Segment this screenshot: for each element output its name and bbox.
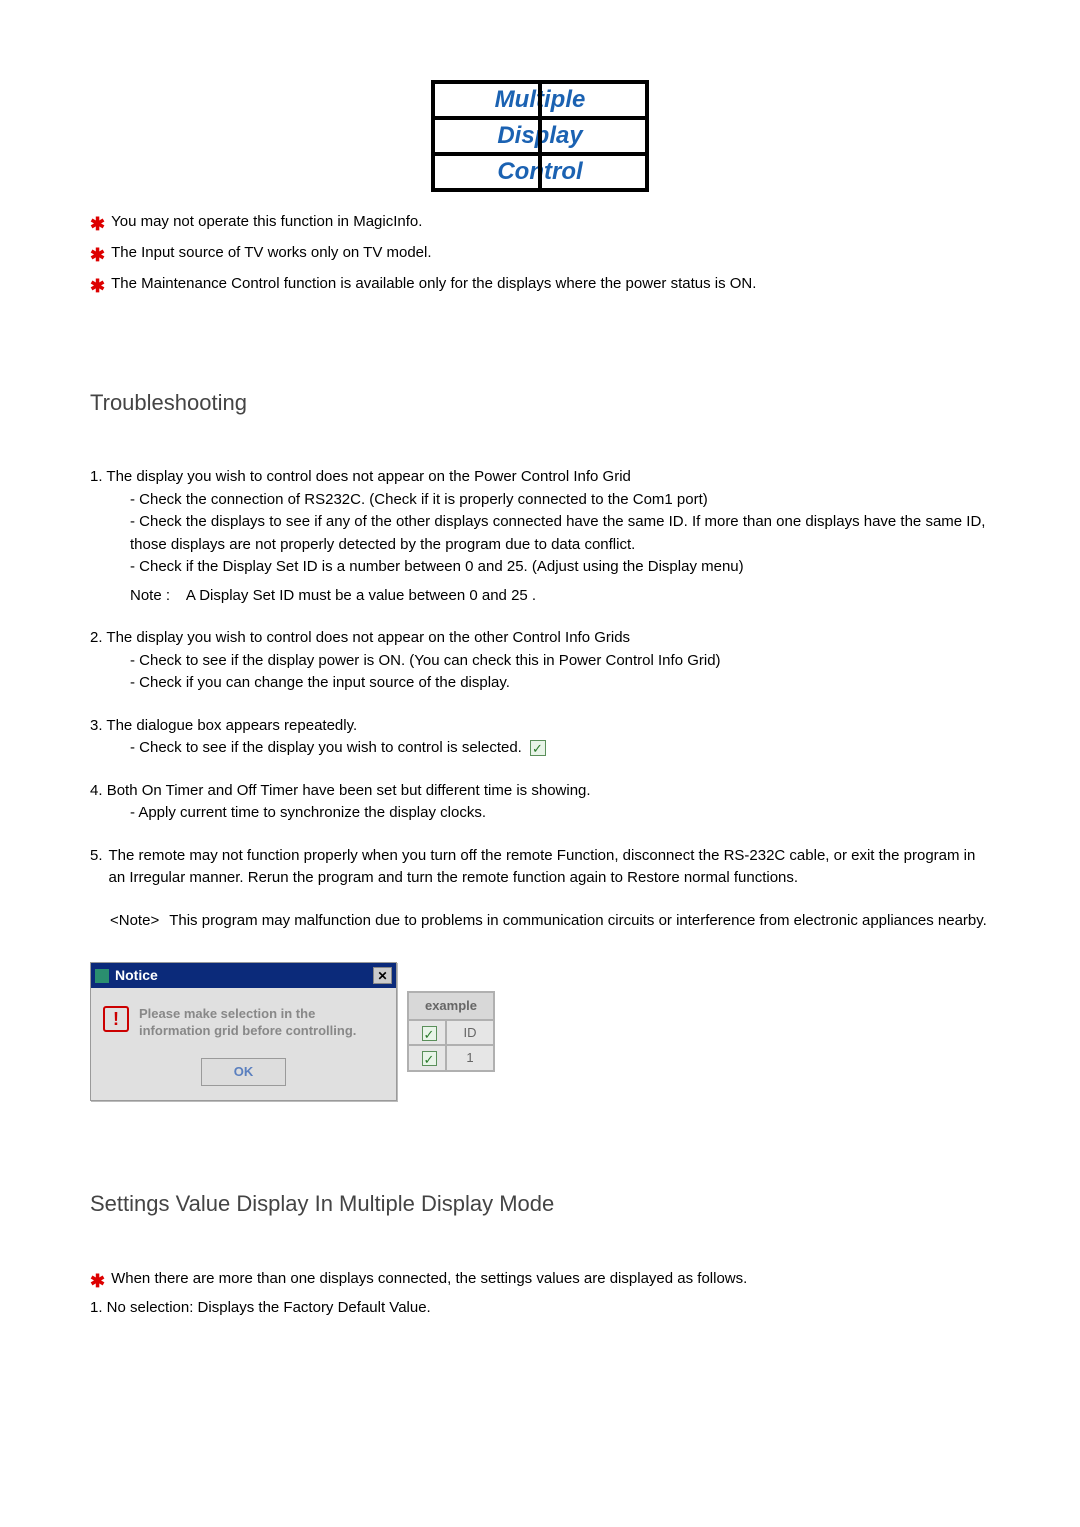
star-icon: ✱ xyxy=(90,210,105,239)
dialog-titlebar: Notice ✕ xyxy=(91,963,396,988)
item-sub: - Check the displays to see if any of th… xyxy=(130,511,990,556)
settings-line1: 1. No selection: Displays the Factory De… xyxy=(90,1297,990,1320)
item-number: 5. xyxy=(90,845,103,890)
bullet-text: The Maintenance Control function is avai… xyxy=(111,275,756,292)
top-bullet: ✱ The Input source of TV works only on TV… xyxy=(90,241,990,270)
close-button[interactable]: ✕ xyxy=(373,967,392,984)
item-sub: - Check to see if the display power is O… xyxy=(130,650,990,673)
warning-icon: ! xyxy=(103,1006,129,1032)
item-title: The display you wish to control does not… xyxy=(106,468,630,485)
top-bullet: ✱ You may not operate this function in Ma… xyxy=(90,210,990,239)
bullet-text: The Input source of TV works only on TV … xyxy=(111,244,431,261)
star-icon: ✱ xyxy=(90,272,105,301)
example-header: example xyxy=(408,992,494,1020)
final-note-text: This program may malfunction due to prob… xyxy=(169,910,987,933)
item-sub: - Check the connection of RS232C. (Check… xyxy=(130,489,990,512)
mdc-logo: Multiple Display Control xyxy=(90,80,990,192)
item-number: 4. xyxy=(90,782,103,799)
item-sub: - Apply current time to synchronize the … xyxy=(130,802,990,825)
item-number: 1. xyxy=(90,468,103,485)
bullet-text: You may not operate this function in Mag… xyxy=(111,213,422,230)
example-check-cell xyxy=(408,1020,446,1046)
star-icon: ✱ xyxy=(90,241,105,270)
app-icon xyxy=(95,969,109,983)
troubleshooting-item: 4. Both On Timer and Off Timer have been… xyxy=(90,780,990,825)
dialog-title: Notice xyxy=(115,965,373,986)
item-title: The remote may not function properly whe… xyxy=(109,845,990,890)
item-number: 3. xyxy=(90,717,103,734)
item-title: The display you wish to control does not… xyxy=(106,629,630,646)
notice-dialog: Notice ✕ ! Please make selection in the … xyxy=(90,962,397,1100)
item-title: The dialogue box appears repeatedly. xyxy=(106,717,357,734)
dialog-message: Please make selection in the information… xyxy=(139,1006,384,1040)
star-icon: ✱ xyxy=(90,1267,105,1296)
note-text: A Display Set ID must be a value between… xyxy=(186,587,536,604)
item-title: Both On Timer and Off Timer have been se… xyxy=(107,782,591,799)
troubleshooting-item: 1. The display you wish to control does … xyxy=(90,466,990,607)
item-sub: - Check if the Display Set ID is a numbe… xyxy=(130,556,990,579)
troubleshooting-item: 3. The dialogue box appears repeatedly. … xyxy=(90,715,990,760)
troubleshooting-item: 2. The display you wish to control does … xyxy=(90,627,990,695)
settings-star-line: ✱ When there are more than one displays c… xyxy=(90,1267,990,1296)
section-heading-troubleshooting: Troubleshooting xyxy=(90,390,990,416)
note-label: Note : xyxy=(130,587,170,604)
example-id-value: 1 xyxy=(446,1045,494,1071)
section-heading-settings: Settings Value Display In Multiple Displ… xyxy=(90,1191,990,1217)
item-sub: - Check if you can change the input sour… xyxy=(130,672,990,695)
example-grid: example ID 1 xyxy=(407,991,495,1072)
troubleshooting-item: 5. The remote may not function properly … xyxy=(90,845,990,890)
checked-checkbox-icon xyxy=(530,740,546,756)
top-bullet: ✱ The Maintenance Control function is ava… xyxy=(90,272,990,301)
example-check-cell xyxy=(408,1045,446,1071)
ok-button[interactable]: OK xyxy=(201,1058,287,1086)
example-id-header: ID xyxy=(446,1020,494,1046)
final-note-label: <Note> xyxy=(110,910,159,933)
checked-checkbox-icon xyxy=(422,1026,437,1041)
settings-star-text: When there are more than one displays co… xyxy=(111,1270,747,1287)
item-number: 2. xyxy=(90,629,103,646)
checked-checkbox-icon xyxy=(422,1051,437,1066)
item-sub: - Check to see if the display you wish t… xyxy=(130,739,522,756)
final-note: <Note> This program may malfunction due … xyxy=(110,910,990,933)
